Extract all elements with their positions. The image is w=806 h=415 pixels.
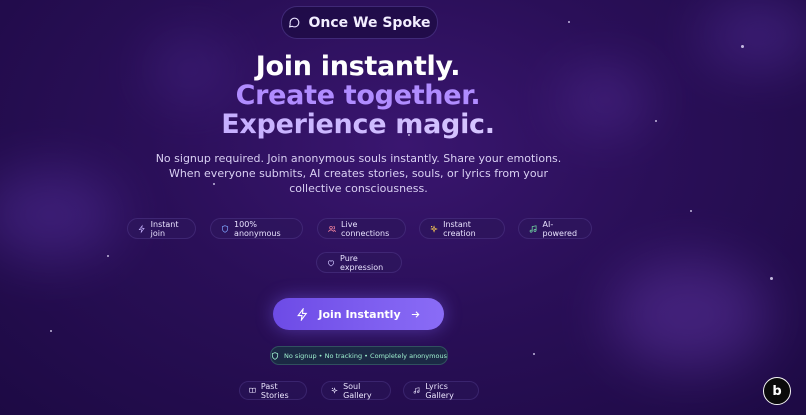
star [50,330,52,332]
star [568,21,570,23]
soul-gallery-button[interactable]: Soul Gallery [321,381,391,400]
bg-glow [0,170,120,260]
privacy-note: No signup • No tracking • Completely ano… [270,346,448,365]
brand-name: Once We Spoke [308,14,431,31]
feature-chip-pure-expression: Pure expression [316,252,402,273]
feature-chip-instant-join: Instant join [127,218,196,239]
sparkles-icon [430,224,438,233]
brand-pill[interactable]: Once We Spoke [281,6,438,39]
shield-icon [271,351,279,360]
music-icon [529,224,537,233]
lightning-icon [138,224,145,233]
join-instantly-label: Join Instantly [318,307,401,321]
feature-chip-ai-powered: AI-powered [518,218,592,239]
feature-chip-live-connections: Live connections [317,218,406,239]
book-icon [249,387,256,393]
lyrics-gallery-button[interactable]: Lyrics Gallery [403,381,479,400]
hero-line-2: Create together. [235,80,481,111]
shield-icon [222,224,229,233]
star [690,210,692,212]
star [533,353,535,355]
feature-chip-instant-creation: Instant creation [419,218,505,239]
hero-line-3: Experience magic. [0,110,716,139]
hero-heading: Join instantly. Create together. Experie… [0,52,716,139]
star [770,277,773,280]
join-instantly-button[interactable]: Join Instantly [273,298,444,330]
music-icon [413,387,420,394]
lightning-icon [297,307,308,321]
chat-bubble-icon [289,17,300,28]
hero-line-1: Join instantly. [255,51,461,82]
star [741,45,744,48]
sparkles-icon [331,387,338,394]
users-icon [328,225,336,232]
arrow-right-icon [411,310,420,318]
hero-description: No signup required. Join anonymous souls… [155,152,562,195]
past-stories-button[interactable]: Past Stories [239,381,307,400]
bolt-badge-icon[interactable]: b [763,377,791,405]
star [107,255,109,257]
heart-icon [328,259,335,266]
feature-chip-anonymous: 100% anonymous [210,218,303,239]
bg-glow [610,260,770,370]
